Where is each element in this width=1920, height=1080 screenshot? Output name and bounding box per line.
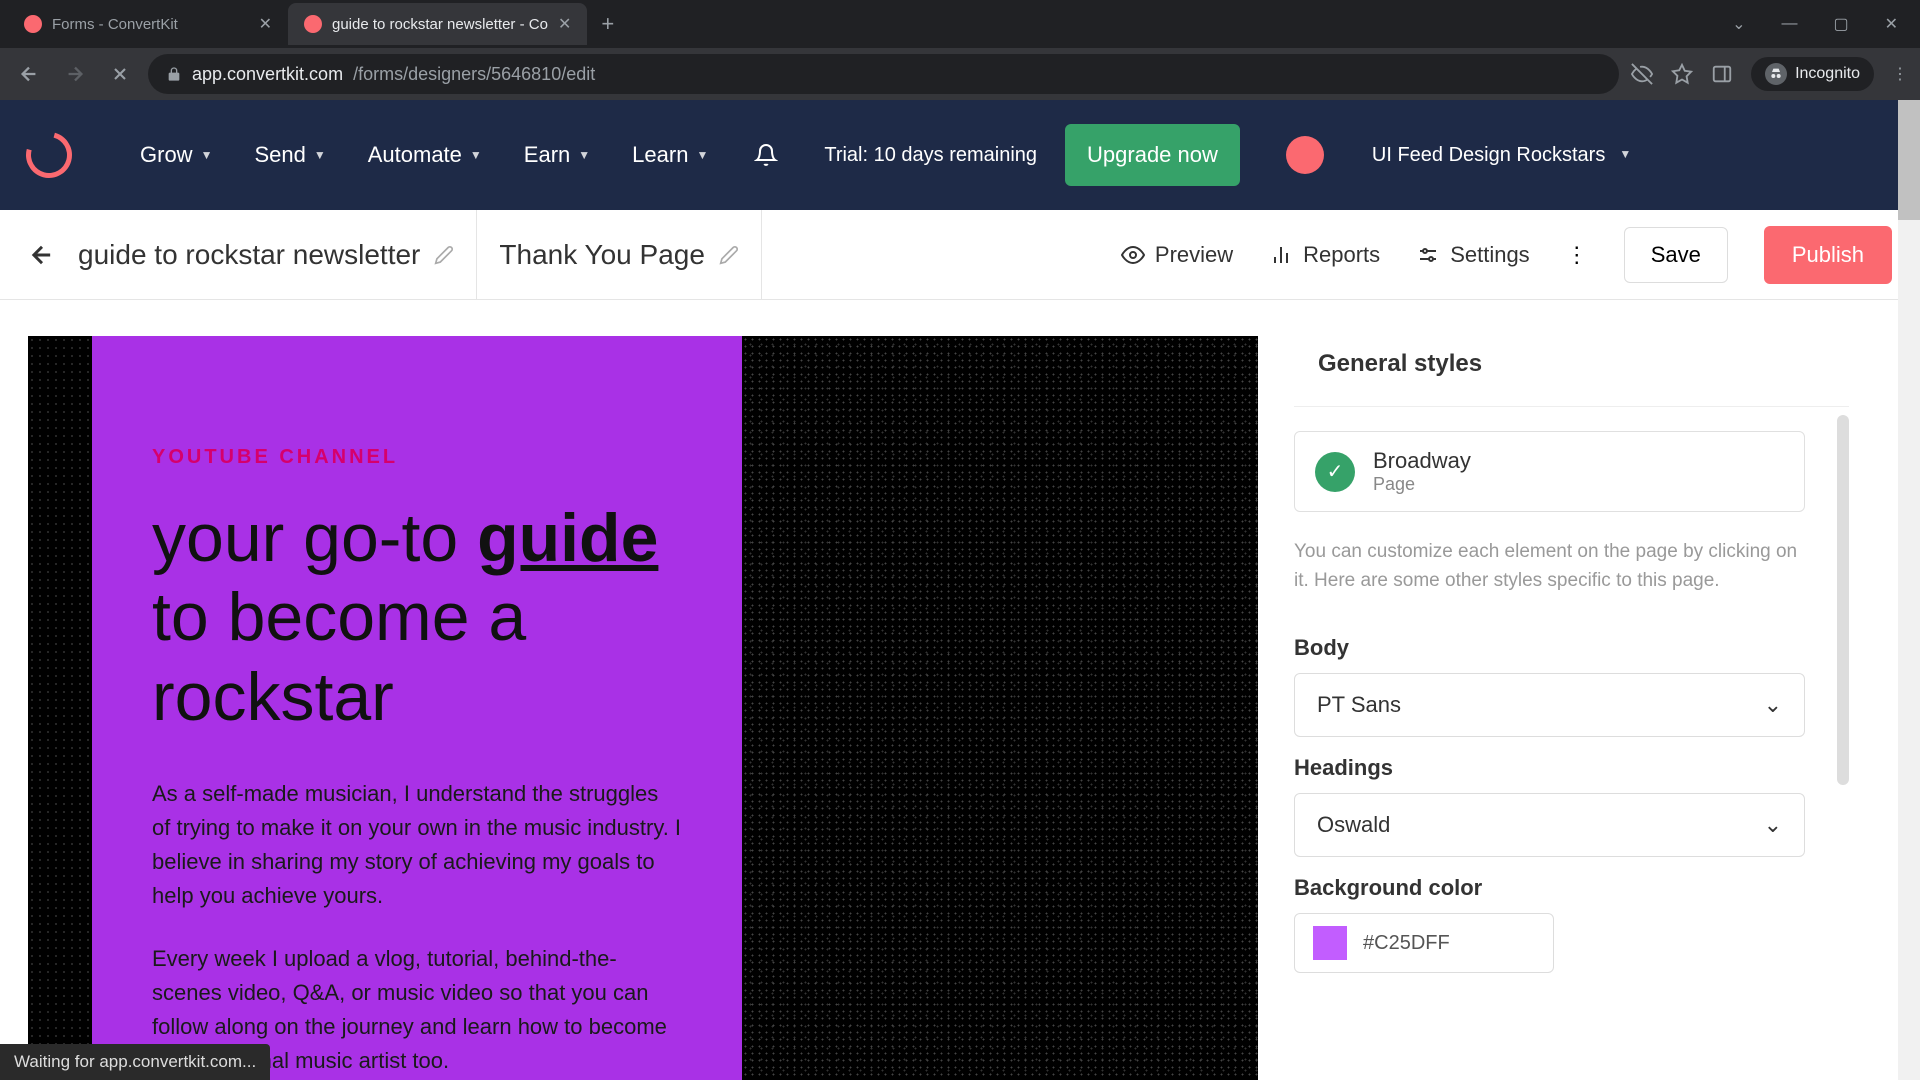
star-icon[interactable] xyxy=(1671,63,1693,85)
chevron-down-icon: ▼ xyxy=(201,148,213,162)
preview-button[interactable]: Preview xyxy=(1121,242,1233,268)
chevron-down-icon[interactable]: ⌄ xyxy=(1718,6,1759,42)
close-window-button[interactable]: ✕ xyxy=(1871,6,1912,42)
template-subtitle: Page xyxy=(1373,474,1471,495)
panel-body: ✓ Broadway Page You can customize each e… xyxy=(1294,406,1849,1046)
incognito-badge[interactable]: Incognito xyxy=(1751,57,1874,91)
panel-icon[interactable] xyxy=(1711,63,1733,85)
close-icon[interactable]: ✕ xyxy=(259,14,272,34)
nav-send[interactable]: Send▼ xyxy=(254,142,325,168)
nav-automate[interactable]: Automate▼ xyxy=(368,142,482,168)
bgcolor-label: Background color xyxy=(1294,875,1831,901)
template-card[interactable]: ✓ Broadway Page xyxy=(1294,431,1805,512)
divider xyxy=(761,210,762,300)
nav-earn[interactable]: Earn▼ xyxy=(524,142,590,168)
minimize-button[interactable]: ― xyxy=(1767,7,1811,41)
tab-bar: Forms - ConvertKit ✕ guide to rockstar n… xyxy=(0,0,1920,48)
kebab-menu-icon[interactable]: ⋮ xyxy=(1892,64,1908,84)
chart-icon xyxy=(1269,243,1293,267)
body-copy[interactable]: As a self-made musician, I understand th… xyxy=(152,777,682,1078)
chevron-down-icon: ⌄ xyxy=(1764,812,1782,838)
chevron-down-icon: ▼ xyxy=(696,148,708,162)
check-icon: ✓ xyxy=(1315,452,1355,492)
app-content: Grow▼ Send▼ Automate▼ Earn▼ Learn▼ Trial… xyxy=(0,100,1920,1080)
address-bar: app.convertkit.com/forms/designers/56468… xyxy=(0,48,1920,100)
publish-button[interactable]: Publish xyxy=(1764,226,1892,284)
eyebrow-text[interactable]: YOUTUBE CHANNEL xyxy=(152,446,682,469)
top-nav: Grow▼ Send▼ Automate▼ Earn▼ Learn▼ Trial… xyxy=(0,100,1920,210)
editor-toolbar: guide to rockstar newsletter Thank You P… xyxy=(0,210,1920,300)
form-name: guide to rockstar newsletter xyxy=(78,239,454,271)
nav-learn[interactable]: Learn▼ xyxy=(632,142,708,168)
canvas-texture-left xyxy=(28,336,92,1080)
account-menu[interactable]: UI Feed Design Rockstars ▼ xyxy=(1372,142,1631,168)
chevron-down-icon: ▼ xyxy=(314,148,326,162)
tab-title: Forms - ConvertKit xyxy=(52,16,249,33)
reports-button[interactable]: Reports xyxy=(1269,242,1380,268)
favicon-icon xyxy=(304,15,322,33)
divider xyxy=(476,210,477,300)
settings-button[interactable]: Settings xyxy=(1416,242,1530,268)
eye-icon xyxy=(1121,243,1145,267)
more-menu-icon[interactable]: ⋮ xyxy=(1566,242,1588,268)
color-hex: #C25DFF xyxy=(1363,932,1450,955)
design-canvas[interactable]: YOUTUBE CHANNEL your go-to guide to beco… xyxy=(28,336,1258,1080)
new-tab-button[interactable]: + xyxy=(587,11,628,37)
lock-icon xyxy=(166,66,182,82)
trial-status: Trial: 10 days remaining xyxy=(824,142,1037,168)
tab-forms[interactable]: Forms - ConvertKit ✕ xyxy=(8,3,288,45)
color-swatch xyxy=(1313,926,1347,960)
panel-title: General styles xyxy=(1294,336,1849,406)
body-font-select[interactable]: PT Sans ⌄ xyxy=(1294,673,1805,737)
headline-text[interactable]: your go-to guide to become a rockstar xyxy=(152,495,682,733)
workspace: YOUTUBE CHANNEL your go-to guide to beco… xyxy=(0,300,1920,1080)
canvas-content: YOUTUBE CHANNEL your go-to guide to beco… xyxy=(92,336,742,1080)
body-font-label: Body xyxy=(1294,635,1831,661)
nav-grow[interactable]: Grow▼ xyxy=(140,142,212,168)
canvas-texture-right xyxy=(742,336,1258,1080)
chevron-down-icon: ▼ xyxy=(578,148,590,162)
avatar[interactable] xyxy=(1286,136,1324,174)
window-controls: ⌄ ― ▢ ✕ xyxy=(1718,0,1912,48)
page-scrollbar[interactable] xyxy=(1898,100,1920,1080)
incognito-icon xyxy=(1765,63,1787,85)
url-path: /forms/designers/5646810/edit xyxy=(353,64,595,85)
bell-icon[interactable] xyxy=(754,143,778,167)
save-button[interactable]: Save xyxy=(1624,227,1728,283)
tab-designer[interactable]: guide to rockstar newsletter - Co ✕ xyxy=(288,3,587,45)
sliders-icon xyxy=(1416,243,1440,267)
toolbar-right: Incognito ⋮ xyxy=(1631,57,1908,91)
edit-icon[interactable] xyxy=(719,245,739,265)
incognito-label: Incognito xyxy=(1795,65,1860,83)
tab-title: guide to rockstar newsletter - Co xyxy=(332,16,548,33)
headings-font-select[interactable]: Oswald ⌄ xyxy=(1294,793,1805,857)
chevron-down-icon: ▼ xyxy=(470,148,482,162)
back-button[interactable] xyxy=(12,57,46,91)
close-icon[interactable]: ✕ xyxy=(558,14,571,34)
stop-reload-button[interactable] xyxy=(104,58,136,90)
maximize-button[interactable]: ▢ xyxy=(1819,6,1862,42)
help-text: You can customize each element on the pa… xyxy=(1294,530,1831,617)
browser-chrome: Forms - ConvertKit ✕ guide to rockstar n… xyxy=(0,0,1920,100)
url-input[interactable]: app.convertkit.com/forms/designers/56468… xyxy=(148,54,1619,94)
forward-button[interactable] xyxy=(58,57,92,91)
template-name: Broadway xyxy=(1373,448,1471,474)
convertkit-logo[interactable] xyxy=(18,124,81,187)
chevron-down-icon: ▼ xyxy=(1619,147,1631,163)
back-arrow-button[interactable] xyxy=(28,241,56,269)
upgrade-button[interactable]: Upgrade now xyxy=(1065,124,1240,186)
headings-font-label: Headings xyxy=(1294,755,1831,781)
toolbar-actions: Preview Reports Settings ⋮ Save Publish xyxy=(1121,226,1892,284)
url-host: app.convertkit.com xyxy=(192,64,343,85)
status-bar: Waiting for app.convertkit.com... xyxy=(0,1044,270,1080)
chevron-down-icon: ⌄ xyxy=(1764,692,1782,718)
bgcolor-input[interactable]: #C25DFF xyxy=(1294,913,1554,973)
panel-scrollbar[interactable] xyxy=(1837,415,1849,785)
styles-sidebar: General styles ✓ Broadway Page You can c… xyxy=(1294,336,1849,1080)
page-name: Thank You Page xyxy=(499,239,739,271)
edit-icon[interactable] xyxy=(434,245,454,265)
favicon-icon xyxy=(24,15,42,33)
nav-links: Grow▼ Send▼ Automate▼ Earn▼ Learn▼ xyxy=(140,142,708,168)
eye-off-icon[interactable] xyxy=(1631,63,1653,85)
